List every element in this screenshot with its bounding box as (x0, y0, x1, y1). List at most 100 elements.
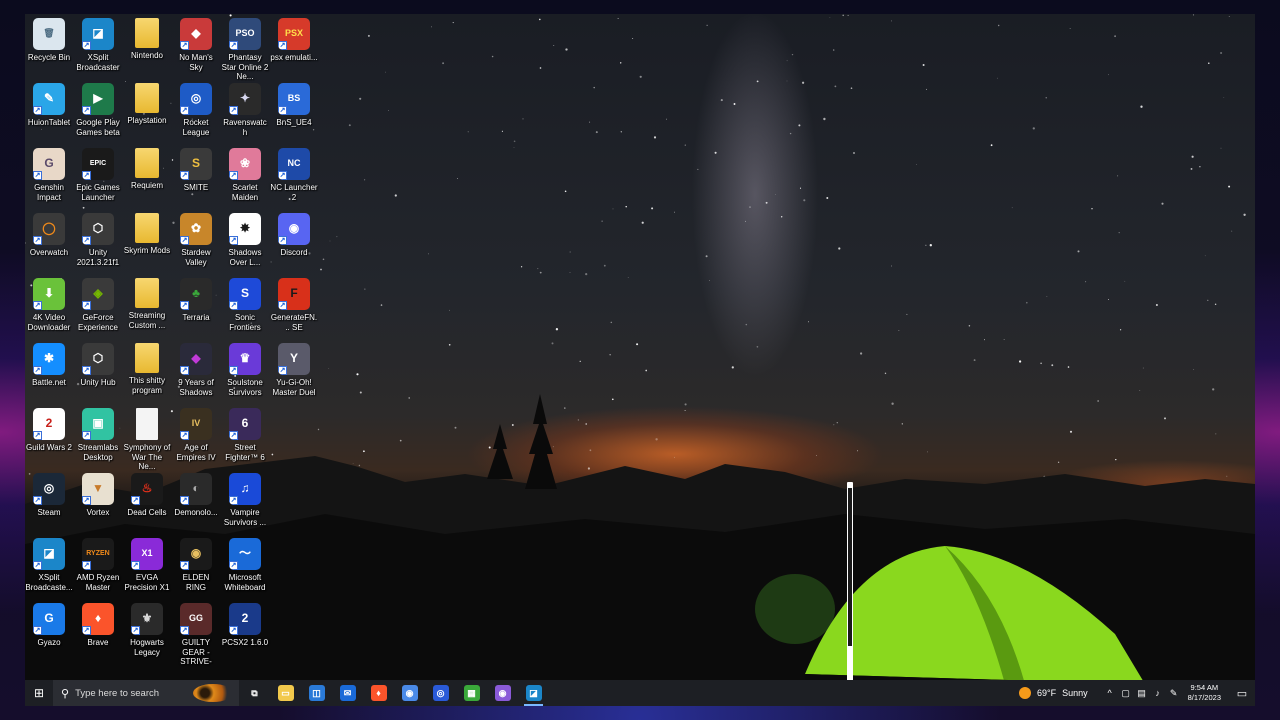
icon-glyph: ◆ (191, 351, 201, 366)
desktop-icon[interactable]: ♣ ↗ Terraria (172, 278, 220, 323)
desktop-icon[interactable]: ▶ ↗ Google Play Games beta (74, 83, 122, 137)
volume-icon[interactable]: ♪ (1150, 688, 1166, 698)
taskbar-pin[interactable]: ✉ (332, 680, 363, 706)
desktop-icon[interactable]: ✿ ↗ Stardew Valley (172, 213, 220, 267)
desktop-icon[interactable]: ♦ ↗ Brave (74, 603, 122, 648)
clock[interactable]: 9:54 AM 8/17/2023 (1188, 683, 1221, 703)
desktop-icon[interactable]: ◈ ↗ GeForce Experience (74, 278, 122, 332)
desktop-icon[interactable]: ◐ ↗ Demonolo... (172, 473, 220, 518)
star (1040, 362, 1042, 365)
taskbar-pin[interactable]: ▦ (456, 680, 487, 706)
taskbar-pin[interactable]: ▭ (270, 680, 301, 706)
desktop-icon[interactable]: G ↗ Gyazo (25, 603, 73, 648)
weather-widget[interactable]: 69°F Sunny (1018, 687, 1088, 699)
desktop-icon[interactable]: ⚜ ↗ Hogwarts Legacy (123, 603, 171, 657)
desktop-icon[interactable]: G ↗ Genshin Impact (25, 148, 73, 202)
desktop-icon-label: Unity Hub (80, 378, 116, 387)
search-box[interactable]: ⚲ Type here to search (53, 680, 239, 706)
star (1077, 250, 1080, 253)
desktop-icon[interactable]: ♛ ↗ Soulstone Survivors (221, 343, 269, 397)
star (1220, 147, 1222, 149)
desktop-icon[interactable]: ✱ ↗ Battle.net (25, 343, 73, 388)
desktop-icon[interactable]: ✦ ↗ Ravenswatch (221, 83, 269, 137)
desktop-icon[interactable]: 🗑 Recycle Bin (25, 18, 73, 63)
desktop-icon[interactable]: S ↗ Sonic Frontiers (221, 278, 269, 332)
taskbar-pin[interactable]: ♦ (363, 680, 394, 706)
desktop-icon[interactable]: Y ↗ Yu-Gi-Oh! Master Duel (270, 343, 318, 397)
desktop-icon[interactable]: Nintendo (123, 18, 171, 61)
taskbar-pin[interactable]: ◎ (425, 680, 456, 706)
icon-glyph: ◈ (93, 286, 103, 301)
desktop-icon[interactable]: ✸ ↗ Shadows Over L... (221, 213, 269, 267)
network-icon[interactable]: ▤ (1134, 688, 1150, 699)
star (706, 24, 708, 26)
star (394, 194, 397, 197)
taskbar-pin[interactable]: ◉ (394, 680, 425, 706)
desktop-icon[interactable]: ⬡ ↗ Unity Hub (74, 343, 122, 388)
desktop-icon[interactable]: Streaming Custom ... (123, 278, 171, 330)
taskbar-pin[interactable]: ◉ (487, 680, 518, 706)
desktop-icon[interactable]: RYZEN ↗ AMD Ryzen Master (74, 538, 122, 592)
desktop-icon-label: GenerateFN... SE (270, 313, 318, 332)
desktop-icon[interactable]: This shitty program (123, 343, 171, 395)
star (786, 60, 788, 62)
desktop-icon-label: Age of Empires IV (176, 443, 216, 462)
desktop-icon[interactable]: Playstation (123, 83, 171, 126)
chevron-up-icon[interactable]: ^ (1102, 688, 1118, 698)
desktop-icon[interactable]: GG ↗ GUILTY GEAR -STRIVE- (172, 603, 220, 667)
desktop-icon[interactable]: ❀ ↗ Scarlet Maiden (221, 148, 269, 202)
desktop-icon[interactable]: ◯ ↗ Overwatch (25, 213, 73, 258)
desktop-icon[interactable]: ◪ ↗ XSplit Broadcaster (74, 18, 122, 72)
desktop-icon[interactable]: F ↗ GenerateFN... SE (270, 278, 318, 332)
taskbar-pin[interactable]: ◫ (301, 680, 332, 706)
desktop-icon[interactable]: ◎ ↗ Rocket League (172, 83, 220, 137)
desktop-icon[interactable]: 6 ↗ Street Fighter™ 6 (221, 408, 269, 462)
desktop-icon[interactable]: Requiem (123, 148, 171, 191)
desktop-icon[interactable]: ◆ ↗ 9 Years of Shadows (172, 343, 220, 397)
desktop-icon[interactable]: 2 ↗ Guild Wars 2 (25, 408, 73, 453)
pen-icon[interactable]: ✎ (1166, 688, 1182, 699)
windows-logo-icon: ⊞ (33, 686, 45, 700)
desktop-icon[interactable]: ◎ ↗ Steam (25, 473, 73, 518)
desktop-icon-label: Sonic Frontiers (229, 313, 261, 332)
desktop-icon-label: Symphony of War The Ne... (123, 443, 171, 471)
desktop-icon[interactable]: ◉ ↗ Discord (270, 213, 318, 258)
display-icon[interactable]: ▢ (1118, 688, 1134, 699)
desktop-icon[interactable]: IV ↗ Age of Empires IV (172, 408, 220, 462)
desktop-icon[interactable]: Skyrim Mods (123, 213, 171, 256)
desktop-icon[interactable]: ♫ ↗ Vampire Survivors ... (221, 473, 269, 527)
star (270, 261, 272, 263)
desktop-icon[interactable]: NC ↗ NC Launcher 2 (270, 148, 318, 202)
star (579, 360, 581, 362)
desktop-icon[interactable]: BS ↗ BnS_UE4 (270, 83, 318, 128)
desktop-icon[interactable]: PSX ↗ psx emulati... (270, 18, 318, 63)
desktop-icon-label: Nintendo (130, 51, 164, 60)
star (714, 151, 717, 154)
desktop-icon[interactable]: EPIC ↗ Epic Games Launcher (74, 148, 122, 202)
taskbar-pin[interactable]: ⧉ (239, 680, 270, 706)
desktop-icon[interactable]: ◆ ↗ No Man's Sky (172, 18, 220, 72)
desktop-icon[interactable]: S ↗ SMITE (172, 148, 220, 193)
desktop-icon[interactable]: X1 ↗ EVGA Precision X1 (123, 538, 171, 592)
desktop-icon[interactable]: ◉ ↗ ELDEN RING (172, 538, 220, 592)
desktop-icon[interactable]: Symphony of War The Ne... (123, 408, 171, 472)
desktop-icon-label: Genshin Impact (34, 183, 64, 202)
taskbar-pin[interactable]: ◪ (518, 680, 549, 706)
minecraft-icon: ▦ (463, 685, 480, 701)
desktop-icon[interactable]: ⬇ ↗ 4K Video Downloader (25, 278, 73, 332)
desktop-icon[interactable]: ▣ ↗ Streamlabs Desktop (74, 408, 122, 462)
desktop-icon-label: Soulstone Survivors (227, 378, 263, 397)
desktop-icon[interactable]: ▼ ↗ Vortex (74, 473, 122, 518)
desktop-icon[interactable]: 2 ↗ PCSX2 1.6.0 (221, 603, 269, 648)
notifications-button[interactable]: ▭ (1229, 680, 1255, 706)
start-button[interactable]: ⊞ (25, 680, 53, 706)
shortcut-arrow-icon: ↗ (229, 626, 238, 635)
desktop-icon[interactable]: ♨ ↗ Dead Cells (123, 473, 171, 518)
desktop-icon[interactable]: ◪ ↗ XSplit Broadcaste... (25, 538, 73, 592)
star (697, 168, 699, 170)
desktop-icon-label: PCSX2 1.6.0 (221, 638, 269, 647)
desktop-icon[interactable]: 〜 ↗ Microsoft Whiteboard (221, 538, 269, 592)
desktop-icon[interactable]: ✎ ↗ HuionTablet (25, 83, 73, 128)
desktop-icon[interactable]: ⬡ ↗ Unity 2021.3.21f1 (74, 213, 122, 267)
desktop-icon[interactable]: PSO ↗ Phantasy Star Online 2 Ne... (221, 18, 269, 82)
